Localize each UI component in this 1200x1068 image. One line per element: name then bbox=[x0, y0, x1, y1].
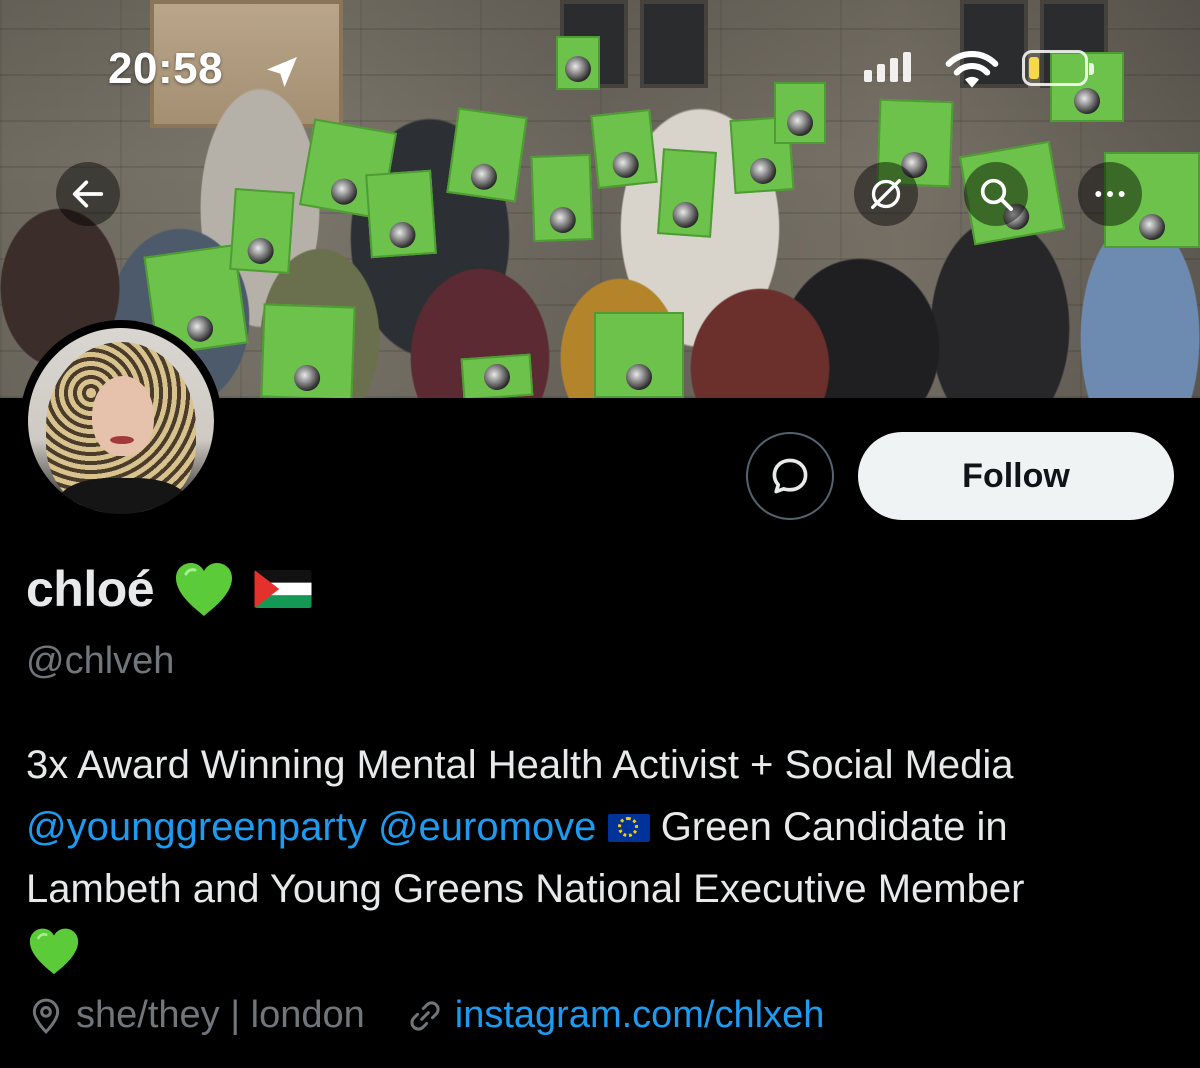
back-button[interactable] bbox=[56, 162, 120, 226]
profile-meta-row: she/they | london instagram.com/chlxeh bbox=[26, 994, 864, 1037]
message-bubble-icon bbox=[772, 458, 808, 494]
website-link[interactable]: instagram.com/chlxeh bbox=[455, 994, 825, 1037]
banner-sign bbox=[657, 148, 717, 238]
battery-icon bbox=[1022, 50, 1094, 86]
display-name-row: chloé bbox=[26, 560, 312, 618]
profile-avatar[interactable] bbox=[20, 320, 222, 522]
banner-sign bbox=[590, 109, 658, 189]
banner-sign bbox=[774, 82, 826, 144]
bio-text-candidate: Green Candidate in bbox=[660, 805, 1008, 849]
bio-line-3: Lambeth and Young Greens National Execut… bbox=[26, 867, 1025, 911]
profile-handle: @chlveh bbox=[26, 640, 175, 682]
more-options-button[interactable] bbox=[1078, 162, 1142, 226]
bio-line-1: 3x Award Winning Mental Health Activist … bbox=[26, 743, 1014, 787]
profile-bio: 3x Award Winning Mental Health Activist … bbox=[26, 734, 1176, 982]
mention-link-euromove[interactable]: @euromove bbox=[378, 805, 596, 849]
arrow-left-icon bbox=[72, 180, 104, 208]
banner-sign bbox=[594, 312, 684, 398]
location-item: she/they | london bbox=[26, 994, 365, 1037]
banner-sign bbox=[260, 303, 356, 398]
search-button[interactable] bbox=[964, 162, 1028, 226]
banner-sign bbox=[365, 169, 437, 259]
green-heart-icon bbox=[176, 563, 233, 616]
location-pin-icon bbox=[32, 998, 60, 1034]
banner-sign bbox=[530, 153, 594, 243]
link-icon bbox=[410, 1001, 440, 1030]
website-item[interactable]: instagram.com/chlxeh bbox=[405, 994, 825, 1037]
mention-link-younggreenparty[interactable]: @younggreenparty bbox=[26, 805, 367, 849]
grok-button[interactable] bbox=[854, 162, 918, 226]
banner-sign bbox=[229, 188, 295, 274]
eu-flag-icon bbox=[607, 814, 650, 842]
avatar-image bbox=[28, 328, 214, 514]
status-bar-time: 20:58 bbox=[108, 44, 224, 93]
grok-icon bbox=[871, 179, 901, 209]
location-text: she/they | london bbox=[76, 994, 365, 1036]
wifi-icon bbox=[945, 51, 999, 88]
follow-button[interactable]: Follow bbox=[858, 432, 1174, 520]
banner-sign bbox=[460, 353, 534, 398]
more-icon bbox=[1095, 191, 1125, 197]
palestine-flag-icon bbox=[254, 570, 312, 608]
location-arrow-icon bbox=[267, 57, 297, 87]
banner-window bbox=[640, 0, 708, 88]
green-heart-icon bbox=[29, 928, 79, 975]
message-button[interactable] bbox=[746, 432, 834, 520]
profile-page: 20:58 Follow chloé @chlveh 3x Award Winn… bbox=[0, 0, 1200, 1068]
display-name: chloé bbox=[26, 561, 155, 617]
cellular-signal-icon bbox=[864, 52, 911, 82]
search-icon bbox=[980, 178, 1013, 211]
banner-sign bbox=[556, 36, 600, 90]
banner-sign bbox=[446, 107, 528, 203]
